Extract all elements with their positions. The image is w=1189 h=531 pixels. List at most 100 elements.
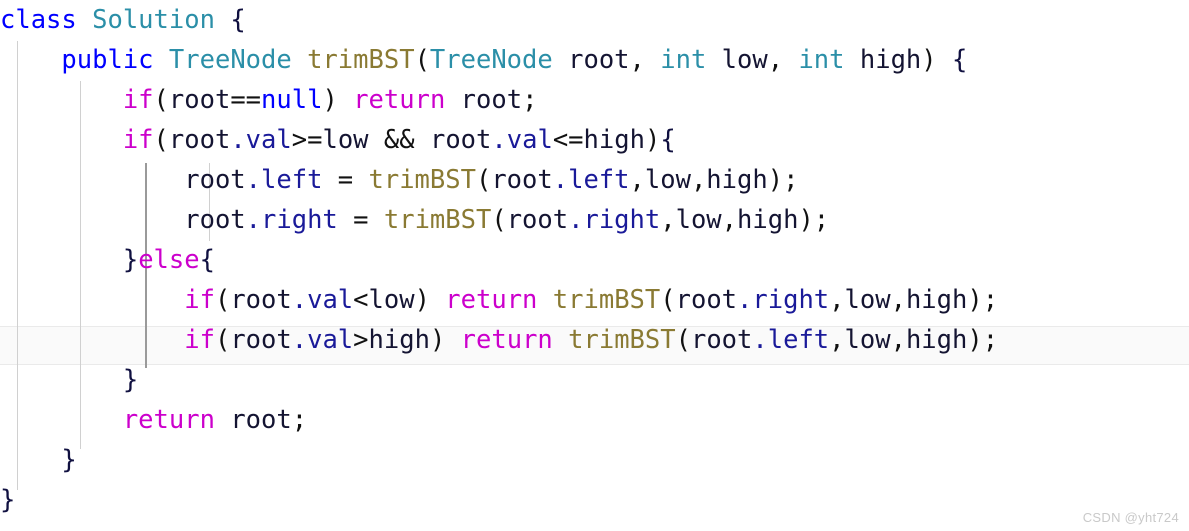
token-type-int: int: [660, 45, 707, 75]
token-ident-root: root: [168, 85, 231, 115]
token-param-root: root: [568, 45, 630, 75]
token-semicolon: ;: [982, 285, 999, 315]
token-paren-open: (: [414, 45, 430, 75]
token-comma: ,: [721, 205, 738, 235]
token-field-val: .val: [291, 285, 354, 315]
token-field-val: .val: [230, 125, 292, 155]
token-comma: ,: [629, 165, 645, 195]
token-operator-assign: =: [353, 205, 369, 235]
code-line-1[interactable]: class Solution {: [0, 0, 1189, 40]
token-paren-open-2: (: [660, 285, 676, 315]
token-paren-open: (: [153, 85, 169, 115]
token-brace-open: {: [660, 125, 676, 155]
token-ident-root-2: root: [460, 85, 523, 115]
token-ident-root-2: root: [690, 325, 753, 355]
token-ident-low: low: [844, 325, 891, 355]
token-paren-close: ): [644, 125, 661, 155]
token-paren-close-2: ): [967, 325, 983, 355]
token-operator-assign: =: [337, 165, 354, 195]
token-paren-close-2: ): [967, 285, 983, 315]
token-paren-close: ): [767, 165, 784, 195]
token-ident-root: root: [230, 285, 292, 315]
token-type-treenode: TreeNode: [168, 45, 292, 75]
token-operator-and: &&: [383, 125, 415, 155]
token-paren-open: (: [153, 125, 169, 155]
code-line-9[interactable]: if(root.val>high) return trimBST(root.le…: [0, 320, 1189, 360]
token-type-treenode-param: TreeNode: [429, 45, 553, 75]
token-field-left-2: .left: [552, 165, 630, 195]
token-semicolon: ;: [291, 405, 308, 435]
token-method-trimbst: trimBST: [568, 325, 676, 355]
token-keyword-if: if: [184, 325, 215, 355]
token-semicolon: ;: [982, 325, 999, 355]
token-type-int-2: int: [798, 45, 845, 75]
token-brace-open: {: [952, 45, 968, 75]
token-method-trimbst: trimBST: [383, 205, 492, 235]
token-keyword-return: return: [460, 325, 553, 355]
token-method-trimbst: trimBST: [368, 165, 476, 195]
token-ident-root: root: [230, 325, 292, 355]
token-comma: ,: [690, 165, 707, 195]
token-param-low: low: [721, 45, 768, 75]
token-ident-high: high: [583, 125, 645, 155]
token-keyword-class: class: [0, 5, 77, 35]
token-paren-close: ): [798, 205, 814, 235]
code-line-2[interactable]: public TreeNode trimBST(TreeNode root, i…: [0, 40, 1189, 80]
code-line-7[interactable]: }else{: [0, 240, 1189, 280]
token-ident-low: low: [368, 285, 415, 315]
token-param-high: high: [859, 45, 922, 75]
code-editor[interactable]: class Solution { public TreeNode trimBST…: [0, 0, 1189, 531]
code-line-5[interactable]: root.left = trimBST(root.left,low,high);: [0, 160, 1189, 200]
token-keyword-return: return: [353, 85, 446, 115]
token-paren-close: ): [322, 85, 338, 115]
code-line-12[interactable]: }: [0, 440, 1189, 480]
token-keyword-if: if: [184, 285, 215, 315]
token-paren-close: ): [414, 285, 430, 315]
token-ident-root-2: root: [506, 205, 569, 235]
code-line-8[interactable]: if(root.val<low) return trimBST(root.rig…: [0, 280, 1189, 320]
code-line-4[interactable]: if(root.val>=low && root.val<=high){: [0, 120, 1189, 160]
code-content[interactable]: class Solution { public TreeNode trimBST…: [0, 0, 1189, 520]
token-paren-close: ): [429, 325, 446, 355]
token-paren-open: (: [491, 205, 507, 235]
code-line-6[interactable]: root.right = trimBST(root.right,low,high…: [0, 200, 1189, 240]
token-brace-close: }: [122, 365, 139, 395]
token-paren-open: (: [214, 285, 231, 315]
token-semicolon: ;: [813, 205, 830, 235]
token-type-solution: Solution: [92, 5, 215, 35]
code-line-10[interactable]: }: [0, 360, 1189, 400]
token-ident-root: root: [168, 125, 231, 155]
token-ident-low: low: [675, 205, 722, 235]
token-ident-high: high: [737, 205, 799, 235]
token-ident-high: high: [905, 285, 968, 315]
token-keyword-public: public: [61, 45, 154, 75]
code-line-13[interactable]: }: [0, 480, 1189, 520]
token-method-trimbst: trimBST: [552, 285, 661, 315]
code-line-3[interactable]: if(root==null) return root;: [0, 80, 1189, 120]
token-operator-eq: ==: [230, 85, 262, 115]
code-line-11[interactable]: return root;: [0, 400, 1189, 440]
token-keyword-if: if: [122, 85, 154, 115]
token-comma: ,: [629, 45, 661, 75]
